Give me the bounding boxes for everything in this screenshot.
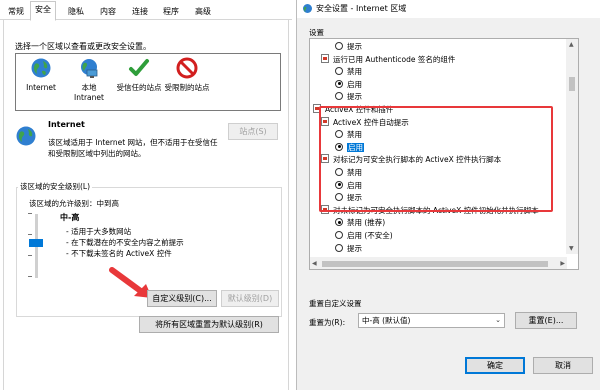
setting-page-icon <box>321 53 329 63</box>
radio-button[interactable] <box>335 79 343 88</box>
reset-to-value: 中-高 (默认值) <box>362 316 411 325</box>
zone-label: Internet <box>26 83 56 92</box>
reset-to-select[interactable]: 中-高 (默认值) ⌄ <box>358 313 505 328</box>
cancel-button[interactable]: 取消 <box>533 357 593 374</box>
reset-group-label: 重置自定义设置 <box>309 299 362 308</box>
tab-advanced[interactable]: 高级 <box>190 3 216 20</box>
scroll-up-icon[interactable]: ▲ <box>569 41 574 48</box>
reset-button[interactable]: 重置(E)... <box>515 312 577 329</box>
setting-text: 提示 <box>347 243 362 253</box>
setting-text: 启用 (不安全) <box>347 231 393 240</box>
default-level-button[interactable]: 默认级别(D) <box>221 290 279 307</box>
zone-trusted-sites[interactable]: 受信任的站点 <box>116 56 162 93</box>
tab-connections[interactable]: 连接 <box>127 3 153 20</box>
prohibited-icon <box>176 57 198 79</box>
security-level-label: 该区域的安全级别(L) <box>18 181 93 192</box>
zone-label: 本地 Intranet <box>74 83 104 102</box>
reset-all-zones-button[interactable]: 将所有区域重置为默认级别(R) <box>139 316 279 333</box>
tab-general[interactable]: 常规 <box>3 3 29 20</box>
zone-list[interactable]: Internet 本地 Intranet 受信任的站点 受限制的站点 <box>15 53 281 111</box>
scroll-right-icon[interactable]: ▶ <box>560 260 565 267</box>
zone-internet[interactable]: Internet <box>18 56 64 93</box>
zone-label: 受信任的站点 <box>116 83 162 92</box>
highlight-box <box>319 106 553 212</box>
scroll-thumb[interactable] <box>569 77 575 91</box>
scroll-down-icon[interactable]: ▼ <box>569 245 574 252</box>
setting-text: 提示 <box>347 92 362 102</box>
level-bullet: - 适用于大多数网站 <box>66 227 132 236</box>
setting-text: 启用 <box>347 79 362 89</box>
radio-button[interactable] <box>335 92 343 101</box>
allowed-levels-label: 该区域的允许级别：中到高 <box>29 199 119 208</box>
level-bullet: - 在下载潜在的不安全内容之前提示 <box>66 238 184 247</box>
app-icon <box>303 4 312 13</box>
setting-option[interactable]: 提示 <box>335 243 362 255</box>
setting-category[interactable]: 运行已用 Authenticode 签名的组件 <box>321 53 456 66</box>
settings-label: 设置 <box>309 28 324 37</box>
zone-label: 受限制的站点 <box>164 83 210 92</box>
setting-option[interactable]: 启用 <box>335 79 362 91</box>
tab-programs[interactable]: 程序 <box>158 3 184 20</box>
internet-options-window: 常规 安全 隐私 内容 连接 程序 高级 选择一个区域以查看或更改安全设置。 I… <box>0 0 292 390</box>
globe-icon <box>16 126 36 146</box>
level-bullet: - 不下载未签名的 ActiveX 控件 <box>66 249 172 258</box>
chevron-down-icon: ⌄ <box>495 316 501 324</box>
radio-button[interactable] <box>335 67 343 76</box>
setting-option[interactable]: 禁用 <box>335 66 362 78</box>
radio-button[interactable] <box>335 243 343 252</box>
custom-level-button[interactable]: 自定义级别(C)... <box>147 290 217 307</box>
dialog-title: 安全设置 - Internet 区域 <box>316 4 407 13</box>
radio-button[interactable] <box>335 231 343 239</box>
tab-security[interactable]: 安全 <box>30 1 56 21</box>
h-scroll-thumb[interactable] <box>322 261 548 267</box>
setting-option[interactable]: 提示 <box>335 91 362 103</box>
zone-description: 该区域适用于 Internet 网站，但不适用于在受信任和受限制区域中列出的网站… <box>48 138 218 158</box>
zone-local-intranet[interactable]: 本地 Intranet <box>66 56 112 103</box>
horizontal-scrollbar[interactable]: ◀ ▶ <box>310 257 567 269</box>
level-name: 中-高 <box>60 213 80 222</box>
intranet-icon <box>81 59 98 78</box>
setting-text: 禁用 <box>347 67 362 77</box>
radio-button[interactable] <box>335 218 343 227</box>
title-bar: 安全设置 - Internet 区域 <box>297 0 600 18</box>
tab-privacy[interactable]: 隐私 <box>63 3 89 20</box>
security-slider-thumb[interactable] <box>29 239 43 247</box>
radio-button[interactable] <box>335 42 343 50</box>
tab-content[interactable]: 内容 <box>95 3 121 20</box>
reset-to-label: 重置为(R): <box>309 318 346 327</box>
setting-text: 禁用 (推荐) <box>347 218 386 228</box>
setting-option[interactable]: 启用 (不安全) <box>335 230 393 242</box>
ok-button[interactable]: 确定 <box>465 357 525 374</box>
setting-option[interactable]: 禁用 (推荐) <box>335 217 385 229</box>
setting-text: 运行已用 Authenticode 签名的组件 <box>333 54 456 64</box>
zone-prompt: 选择一个区域以查看或更改安全设置。 <box>15 42 151 51</box>
sites-button[interactable]: 站点(S) <box>228 123 278 140</box>
zone-restricted-sites[interactable]: 受限制的站点 <box>164 56 210 93</box>
vertical-scrollbar[interactable]: ▲ ▼ <box>566 39 578 254</box>
setting-option[interactable]: 提示 <box>335 41 362 53</box>
scroll-left-icon[interactable]: ◀ <box>312 260 317 267</box>
checkmark-icon <box>129 59 149 76</box>
tab-bar: 常规 安全 隐私 内容 连接 程序 高级 <box>0 0 292 21</box>
zone-title: Internet <box>48 120 85 129</box>
globe-icon <box>31 58 51 78</box>
setting-text: 提示 <box>347 42 362 51</box>
